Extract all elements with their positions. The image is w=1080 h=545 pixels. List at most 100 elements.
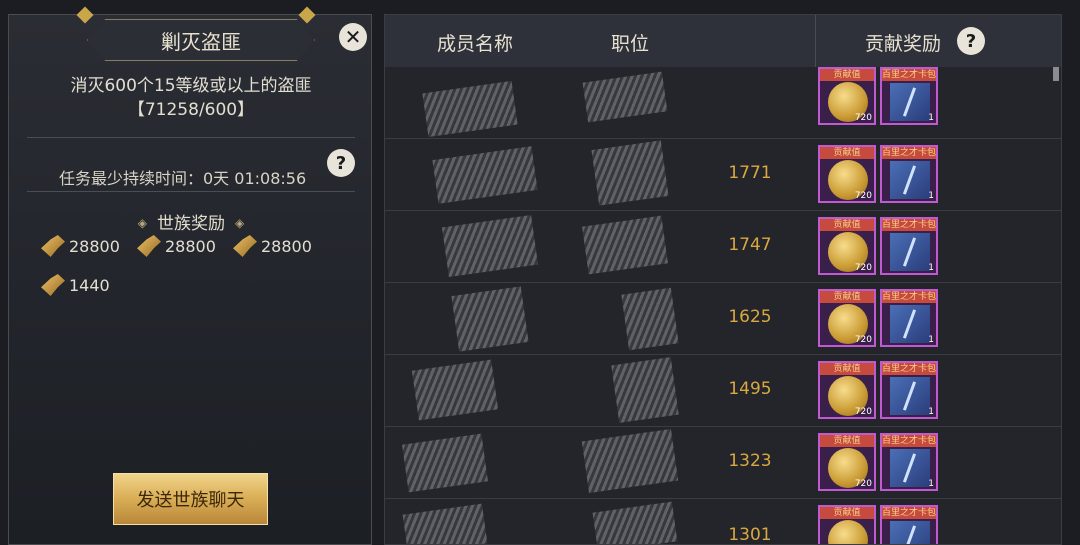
- contribution-value: 1625: [728, 307, 772, 327]
- card-pack-item[interactable]: 百里之才卡包 1: [880, 505, 938, 544]
- reward-heading: ◈ 世族奖励 ◈: [9, 209, 373, 234]
- help-icon[interactable]: ?: [327, 149, 355, 177]
- contribution-item[interactable]: 贡献值 720: [818, 433, 876, 491]
- item-count: 720: [854, 479, 872, 489]
- card-pack-icon: [890, 233, 930, 271]
- table-row: 1771 贡献值 720 百里之才卡包 1: [385, 139, 1061, 211]
- contribution-item[interactable]: 贡献值 720: [818, 505, 876, 544]
- redacted-name: [422, 80, 518, 138]
- card-pack-icon: [890, 161, 930, 199]
- coin-icon: [828, 520, 868, 544]
- resource-icon: [137, 235, 161, 257]
- redacted-position: [591, 140, 669, 206]
- table-row: 1323 贡献值 720 百里之才卡包 1: [385, 427, 1061, 499]
- reward-amount: 28800: [69, 236, 120, 256]
- redacted-position: [581, 428, 679, 494]
- card-pack-item[interactable]: 百里之才卡包 1: [880, 145, 938, 203]
- redacted-position: [592, 501, 678, 544]
- item-label: 贡献值: [820, 219, 874, 231]
- redacted-position: [621, 287, 679, 351]
- mission-panel: 剿灭盗匪 ✕ 消灭600个15等级或以上的盗匪 【71258/600】 任务最少…: [8, 6, 373, 545]
- table-header: 成员名称 职位 贡献奖励 ?: [385, 15, 1061, 67]
- card-pack-item[interactable]: 百里之才卡包 1: [880, 361, 938, 419]
- resource-icon: [233, 235, 257, 257]
- item-count: 1: [928, 113, 934, 123]
- table-row: 1495 贡献值 720 百里之才卡包 1: [385, 355, 1061, 427]
- reward-amount: 28800: [261, 236, 312, 256]
- redacted-name: [432, 146, 538, 204]
- member-contribution-table: 成员名称 职位 贡献奖励 ? 贡献值 720 百里之才卡包 1 1771 贡献值…: [384, 14, 1062, 545]
- card-pack-icon: [890, 305, 930, 343]
- ornament-icon: ◈: [137, 216, 147, 230]
- item-label: 百里之才卡包: [882, 435, 937, 447]
- redacted-name: [411, 359, 499, 421]
- card-pack-icon: [890, 377, 930, 415]
- table-row: 1625 贡献值 720 百里之才卡包 1: [385, 283, 1061, 355]
- reward-amount: 1440: [69, 275, 110, 295]
- redacted-position: [582, 215, 668, 275]
- column-header-reward: 贡献奖励: [865, 33, 942, 55]
- contribution-value: 1747: [728, 235, 772, 255]
- item-label: 贡献值: [820, 147, 874, 159]
- item-count: 720: [854, 191, 872, 201]
- contribution-item[interactable]: 贡献值 720: [818, 361, 876, 419]
- reward-amount: 28800: [165, 236, 216, 256]
- card-pack-item[interactable]: 百里之才卡包 1: [880, 289, 938, 347]
- redacted-name: [402, 503, 488, 544]
- item-label: 百里之才卡包: [882, 291, 937, 303]
- table-row: 1301 贡献值 720 百里之才卡包 1: [385, 499, 1061, 544]
- send-clan-chat-button[interactable]: 发送世族聊天: [113, 473, 268, 525]
- card-pack-item[interactable]: 百里之才卡包 1: [880, 433, 938, 491]
- column-header-position: 职位: [611, 33, 650, 55]
- item-count: 1: [928, 263, 934, 273]
- card-pack-icon: [890, 521, 930, 544]
- redacted-name: [441, 214, 539, 278]
- resource-icon: [41, 235, 65, 257]
- help-icon[interactable]: ?: [957, 27, 985, 55]
- reward-item: 1440: [41, 274, 110, 296]
- column-divider: [815, 15, 816, 67]
- item-count: 1: [928, 407, 934, 417]
- column-header-name: 成员名称: [437, 33, 514, 55]
- item-label: 贡献值: [820, 507, 874, 519]
- divider: [27, 137, 355, 138]
- mission-description: 消灭600个15等级或以上的盗匪: [70, 76, 312, 96]
- mission-duration: 任务最少持续时间：0天 01:08:56: [59, 169, 307, 188]
- item-count: 1: [928, 191, 934, 201]
- divider: [27, 191, 355, 192]
- reward-item: 28800: [137, 235, 216, 257]
- table-row: 1747 贡献值 720 百里之才卡包 1: [385, 211, 1061, 283]
- card-pack-icon: [890, 449, 930, 487]
- contribution-value: 1771: [728, 163, 772, 183]
- card-pack-item[interactable]: 百里之才卡包 1: [880, 67, 938, 125]
- item-label: 百里之才卡包: [882, 219, 937, 231]
- item-count: 720: [854, 407, 872, 417]
- contribution-item[interactable]: 贡献值 720: [818, 145, 876, 203]
- redacted-position: [582, 71, 668, 123]
- resource-icon: [41, 274, 65, 296]
- contribution-value: 1323: [728, 451, 772, 471]
- card-pack-icon: [890, 83, 930, 121]
- title-ornament-left: [76, 6, 94, 24]
- item-count: 720: [854, 113, 872, 123]
- contribution-item[interactable]: 贡献值 720: [818, 289, 876, 347]
- contribution-item[interactable]: 贡献值 720: [818, 217, 876, 275]
- title-ornament-right: [298, 6, 316, 24]
- contribution-value: 1495: [728, 379, 772, 399]
- item-label: 贡献值: [820, 363, 874, 375]
- redacted-name: [402, 433, 488, 493]
- item-count: 720: [854, 335, 872, 345]
- item-label: 贡献值: [820, 291, 874, 303]
- item-label: 贡献值: [820, 435, 874, 447]
- ornament-icon: ◈: [235, 216, 245, 230]
- contribution-item[interactable]: 贡献值 720: [818, 67, 876, 125]
- item-count: 1: [928, 479, 934, 489]
- item-label: 百里之才卡包: [882, 69, 937, 81]
- card-pack-item[interactable]: 百里之才卡包 1: [880, 217, 938, 275]
- panel-title: 剿灭盗匪: [87, 19, 315, 61]
- item-label: 贡献值: [820, 69, 874, 81]
- redacted-position: [611, 357, 679, 423]
- close-button[interactable]: ✕: [339, 23, 367, 51]
- item-label: 百里之才卡包: [882, 147, 937, 159]
- mission-progress: 【71258/600】: [127, 100, 255, 120]
